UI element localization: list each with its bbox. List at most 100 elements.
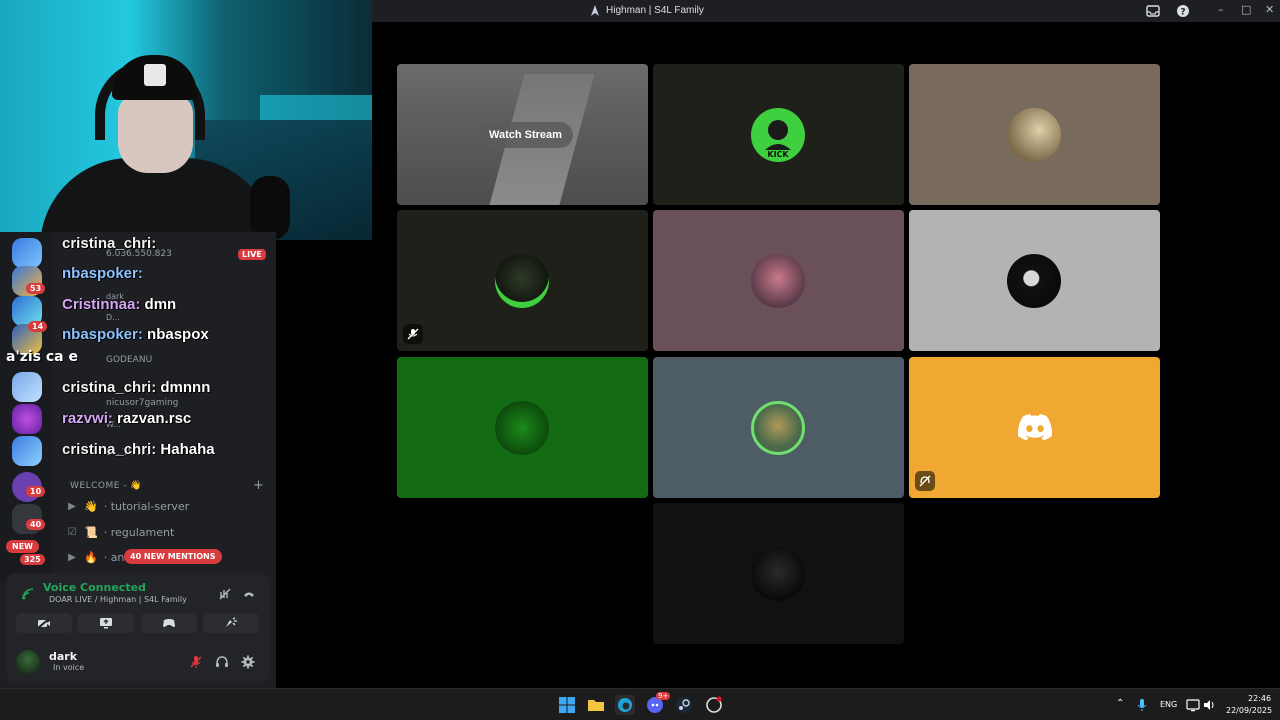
channel-regulament[interactable]: ☑ 📜 · regulament [66,526,266,539]
streamer-face [118,95,193,173]
discord-taskbar-icon[interactable]: 9+ [645,692,671,715]
participant-tile[interactable] [909,64,1160,205]
add-channel-icon[interactable]: + [253,478,264,493]
language-indicator[interactable]: ENG [1160,700,1177,709]
network-icon[interactable] [1186,695,1200,715]
edge-browser-icon[interactable] [615,695,635,715]
channel-tutorial-server[interactable]: ▶ 👋 · tutorial-server [66,500,266,513]
floating-text: a'zis ca e [6,349,79,365]
live-badge: LIVE [238,249,266,260]
chat-username: cristina_chri: [62,235,157,252]
mute-icon[interactable] [187,653,205,671]
app-icon[interactable] [704,695,724,715]
maximize-icon[interactable]: □ [1241,3,1251,16]
disconnect-icon[interactable] [240,585,258,603]
channel-emoji: 👋 [84,500,98,513]
chat-message: nbaspoker: [62,265,143,282]
chat-text: nbaspox [147,326,209,343]
participant-avatar [1007,108,1061,162]
chat-username: Cristinnaa: [62,296,141,313]
settings-gear-icon[interactable] [239,653,257,671]
svg-text:?: ? [1180,8,1185,18]
chat-message: cristina_chri: Hahaha [62,441,215,458]
new-badge: NEW [6,540,39,553]
clock-date[interactable]: 22/09/2025 [1226,706,1272,715]
user-status[interactable]: In voice [53,663,84,672]
discord-notification-badge: 9+ [656,692,671,700]
voice-member[interactable]: D... [106,313,120,322]
username[interactable]: dark [49,650,77,663]
chat-username: cristina_chri: [62,441,157,458]
chat-text: Hahaha [160,441,215,458]
windows-taskbar: 9+ ⌃ ENG 22:46 22/09/2025 [0,688,1280,720]
server-logo-icon [588,4,602,18]
server-icon[interactable] [12,238,42,268]
participant-avatar [751,401,805,455]
kick-logo-text: KICK [767,150,789,159]
participant-tile[interactable] [653,503,904,644]
channel-name: · regulament [103,526,175,539]
minimize-icon[interactable]: – [1218,3,1224,16]
signal-icon[interactable] [19,585,37,603]
participant-tile[interactable] [653,357,904,498]
participant-tile[interactable] [909,357,1160,498]
channel-category[interactable]: WELCOME - 👋 [70,481,142,491]
volume-icon[interactable] [1203,695,1217,715]
new-mentions-button[interactable]: 40 NEW MENTIONS [124,549,222,564]
share-screen-button[interactable] [78,613,134,633]
headphones-icon[interactable] [213,653,231,671]
chat-username: razvwi: [62,410,113,427]
participant-tile[interactable] [397,357,648,498]
server-badge: 53 [26,283,46,294]
participant-avatar [495,254,549,308]
participant-avatar [1007,254,1061,308]
participant-tile[interactable] [909,210,1160,351]
muted-icon [403,324,423,344]
watch-stream-button[interactable]: Watch Stream [478,122,573,148]
server-badge: 325 [20,554,45,565]
participant-tile[interactable]: KICK [653,64,904,205]
windows-start-icon[interactable] [557,695,577,715]
file-explorer-icon[interactable] [586,695,606,715]
channel-name: · tutorial-server [103,500,190,513]
soundboard-button[interactable] [203,613,259,633]
clock-time[interactable]: 22:46 [1248,694,1271,703]
participant-avatar [495,401,549,455]
deafened-icon [915,471,935,491]
server-icon[interactable] [12,404,42,434]
participant-tile[interactable] [653,210,904,351]
close-icon[interactable]: ✕ [1265,3,1274,16]
window-title: Highman | S4L Family [606,5,704,16]
chat-message: nbaspoker: nbaspox [62,326,209,343]
channel-name: · an [103,551,125,564]
chat-text: dmnnn [160,379,211,396]
tray-chevron-icon[interactable]: ⌃ [1116,698,1124,709]
microphone-tray-icon[interactable] [1136,695,1148,715]
stream-tile[interactable]: Watch Stream [397,64,648,205]
inbox-icon[interactable] [1146,4,1160,18]
server-badge: 10 [26,486,46,497]
screen: 53 14 10 40 NEW 325 6.036.550.823 dark D… [0,0,1280,720]
user-avatar[interactable] [16,650,40,674]
voice-connected-status[interactable]: Voice Connected [43,581,146,594]
server-icon[interactable] [12,436,42,466]
server-icon[interactable] [12,372,42,402]
voice-member[interactable]: GODEANU [106,355,152,365]
cap-logo [144,64,166,86]
steam-icon[interactable] [674,695,694,715]
voice-member[interactable]: nicusor7gaming [106,398,178,408]
activities-button[interactable] [141,613,197,633]
participant-avatar [751,547,805,601]
server-badge: 40 [26,519,46,530]
server-badge: 14 [28,321,48,332]
noise-suppression-icon[interactable] [216,585,234,603]
chat-username: cristina_chri: [62,379,157,396]
title-bar: Highman | S4L Family ? – □ ✕ [372,0,1280,22]
participant-tile[interactable] [397,210,648,351]
help-icon[interactable]: ? [1176,4,1190,18]
camera-off-button[interactable] [16,613,72,633]
voice-channel-path[interactable]: DOAR LIVE / Highman | S4L Family [49,595,187,604]
chat-message: cristina_chri: dmnnn [62,379,210,396]
megaphone-icon: ▶ [68,500,76,512]
channel-emoji: 🔥 [84,551,98,564]
